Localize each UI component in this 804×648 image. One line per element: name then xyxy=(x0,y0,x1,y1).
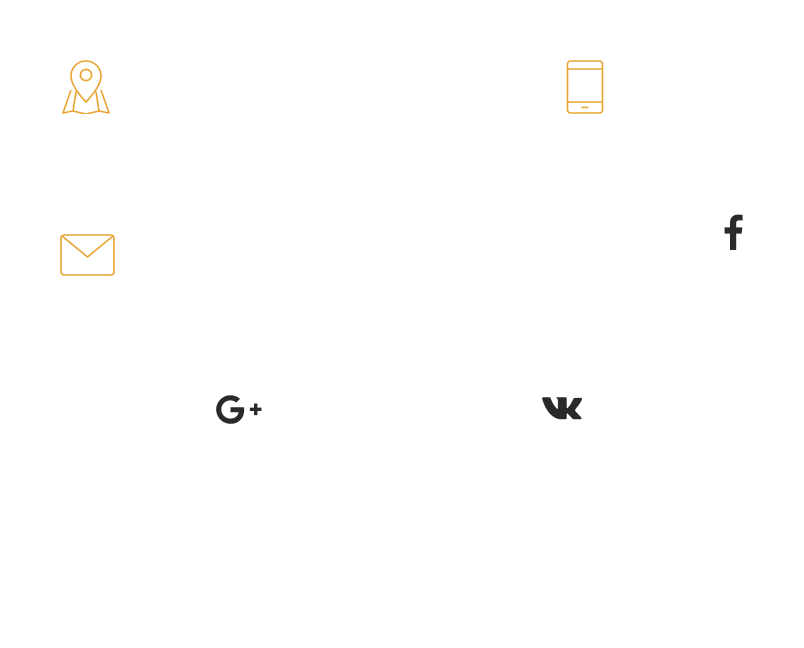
contacts-page xyxy=(0,0,804,648)
vk-icon[interactable] xyxy=(541,396,583,420)
google-plus-icon[interactable] xyxy=(216,395,262,425)
map-location-icon xyxy=(60,60,112,114)
tablet-phone-icon xyxy=(566,60,604,115)
envelope-icon xyxy=(60,234,115,276)
facebook-icon[interactable] xyxy=(722,214,744,250)
